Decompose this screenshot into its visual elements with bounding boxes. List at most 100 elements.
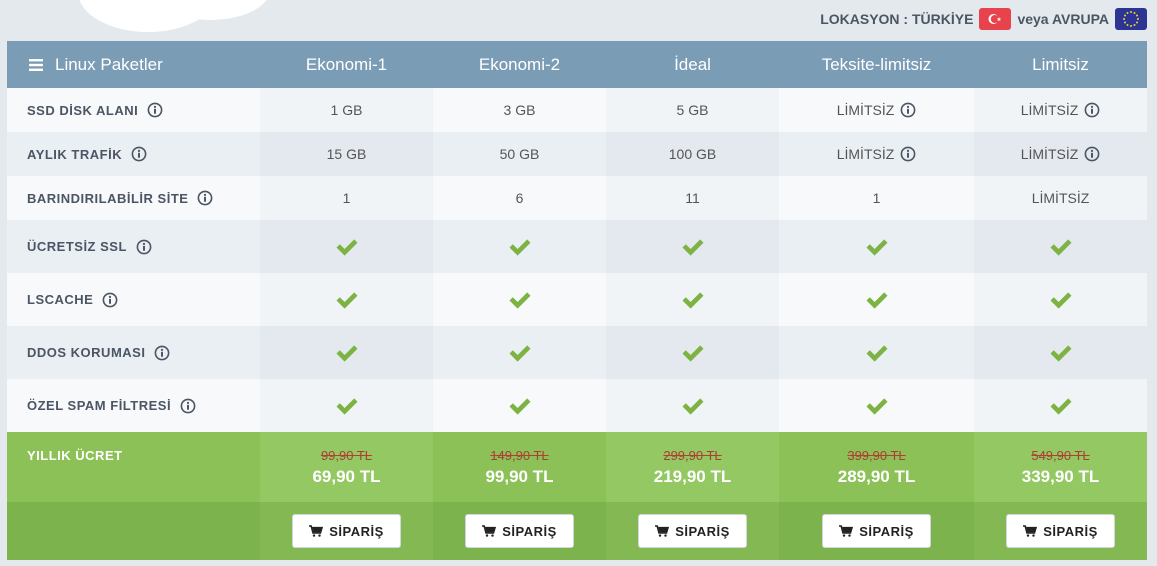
location-selector: LOKASYON : TÜRKİYE veya AVRUPA bbox=[820, 6, 1147, 32]
feature-rows: SSD DİSK ALANI 1 GB 3 GB 5 GB LİMİTSİZ LİMİTS… bbox=[7, 88, 1147, 432]
cart-icon bbox=[1023, 525, 1038, 537]
feature-label-cell: SSD DİSK ALANI bbox=[7, 88, 260, 132]
feature-value: LİMİTSİZ bbox=[1031, 190, 1090, 206]
feature-value-cell bbox=[974, 326, 1147, 379]
info-icon[interactable] bbox=[900, 146, 916, 162]
feature-value-cell bbox=[433, 326, 606, 379]
feature-value-cell: LİMİTSİZ bbox=[974, 176, 1147, 220]
feature-label: ÖZEL SPAM FİLTRESİ bbox=[27, 398, 172, 413]
feature-value-cell bbox=[779, 326, 974, 379]
feature-label-cell: LSCACHE bbox=[7, 273, 260, 326]
feature-value-cell bbox=[433, 379, 606, 432]
feature-value-cell bbox=[606, 273, 779, 326]
feature-value: LİMİTSİZ bbox=[836, 146, 895, 162]
check-icon bbox=[508, 396, 532, 416]
info-icon[interactable] bbox=[1084, 146, 1100, 162]
check-icon bbox=[1049, 343, 1073, 363]
feature-value-cell bbox=[606, 220, 779, 273]
check-icon bbox=[508, 343, 532, 363]
order-label-cell bbox=[7, 502, 260, 560]
info-icon[interactable] bbox=[131, 146, 147, 162]
eu-flag-icon[interactable] bbox=[1115, 8, 1147, 30]
feature-value-cell: 100 GB bbox=[606, 132, 779, 176]
order-row: SİPARİŞ SİPARİŞ SİPARİŞ SİPARİŞ SİPARİŞ bbox=[7, 502, 1147, 560]
new-price: 219,90 TL bbox=[653, 466, 732, 486]
info-icon[interactable] bbox=[136, 239, 152, 255]
feature-value: 5 GB bbox=[676, 102, 709, 118]
table-row: DDOS KORUMASI bbox=[7, 326, 1147, 379]
plan-name: Teksite-limitsiz bbox=[821, 54, 932, 74]
price-cell: 149,90 TL 99,90 TL bbox=[433, 432, 606, 502]
info-icon[interactable] bbox=[1084, 102, 1100, 118]
info-icon[interactable] bbox=[197, 190, 213, 206]
order-cell: SİPARİŞ bbox=[779, 502, 974, 560]
order-button[interactable]: SİPARİŞ bbox=[465, 514, 574, 548]
feature-value-cell: LİMİTSİZ bbox=[974, 132, 1147, 176]
feature-value: 11 bbox=[685, 190, 700, 206]
info-icon[interactable] bbox=[154, 345, 170, 361]
table-row: SSD DİSK ALANI 1 GB 3 GB 5 GB LİMİTSİZ LİMİTS… bbox=[7, 88, 1147, 132]
check-icon bbox=[335, 290, 359, 310]
feature-value-cell: 50 GB bbox=[433, 132, 606, 176]
table-row: ÜCRETSİZ SSL bbox=[7, 220, 1147, 273]
feature-value-cell bbox=[779, 220, 974, 273]
check-icon bbox=[681, 290, 705, 310]
feature-value-cell: LİMİTSİZ bbox=[779, 132, 974, 176]
tr-flag-icon[interactable] bbox=[979, 8, 1012, 30]
location-separator: veya AVRUPA bbox=[1017, 11, 1109, 27]
info-icon[interactable] bbox=[102, 292, 118, 308]
table-row: LSCACHE bbox=[7, 273, 1147, 326]
price-cell: 549,90 TL 339,90 TL bbox=[974, 432, 1147, 502]
order-button[interactable]: SİPARİŞ bbox=[1006, 514, 1115, 548]
feature-value: 50 GB bbox=[499, 146, 540, 162]
old-price: 299,90 TL bbox=[663, 447, 722, 463]
feature-label-cell: AYLIK TRAFİK bbox=[7, 132, 260, 176]
feature-value-cell bbox=[974, 273, 1147, 326]
cart-icon bbox=[839, 525, 854, 537]
price-cell: 299,90 TL 219,90 TL bbox=[606, 432, 779, 502]
check-icon bbox=[335, 237, 359, 257]
table-row: BARINDIRILABİLİR SİTE 1 6 11 1 LİMİTSİZ bbox=[7, 176, 1147, 220]
info-icon[interactable] bbox=[147, 102, 163, 118]
check-icon bbox=[508, 290, 532, 310]
feature-value-cell: 3 GB bbox=[433, 88, 606, 132]
feature-value-cell bbox=[433, 273, 606, 326]
feature-value-cell bbox=[974, 379, 1147, 432]
check-icon bbox=[1049, 237, 1073, 257]
plan-name: Limitsiz bbox=[1032, 54, 1089, 74]
order-button[interactable]: SİPARİŞ bbox=[822, 514, 931, 548]
order-button-label: SİPARİŞ bbox=[859, 523, 914, 539]
order-cell: SİPARİŞ bbox=[433, 502, 606, 560]
plan-name: Ekonomi-2 bbox=[478, 54, 561, 74]
feature-value: 15 GB bbox=[326, 146, 367, 162]
price-cell: 99,90 TL 69,90 TL bbox=[260, 432, 433, 502]
check-icon bbox=[335, 343, 359, 363]
price-label: YILLIK ÜCRET bbox=[27, 448, 123, 463]
price-row: YILLIK ÜCRET 99,90 TL 69,90 TL 149,90 TL 9… bbox=[7, 432, 1147, 502]
order-button[interactable]: SİPARİŞ bbox=[638, 514, 747, 548]
cart-icon bbox=[309, 525, 324, 537]
check-icon bbox=[508, 237, 532, 257]
check-icon bbox=[865, 343, 889, 363]
info-icon[interactable] bbox=[180, 398, 196, 414]
order-button[interactable]: SİPARİŞ bbox=[292, 514, 401, 548]
feature-label-cell: BARINDIRILABİLİR SİTE bbox=[7, 176, 260, 220]
feature-value: 100 GB bbox=[668, 146, 717, 162]
new-price: 339,90 TL bbox=[1021, 466, 1100, 486]
order-button-label: SİPARİŞ bbox=[329, 523, 384, 539]
order-cell: SİPARİŞ bbox=[260, 502, 433, 560]
info-icon[interactable] bbox=[900, 102, 916, 118]
old-price: 149,90 TL bbox=[490, 447, 549, 463]
plan-name: Ekonomi-1 bbox=[305, 54, 388, 74]
feature-value-cell bbox=[974, 220, 1147, 273]
feature-value: 3 GB bbox=[503, 102, 536, 118]
feature-value-cell bbox=[260, 220, 433, 273]
location-label: LOKASYON : TÜRKİYE bbox=[820, 11, 974, 27]
table-row: AYLIK TRAFİK 15 GB 50 GB 100 GB LİMİTSİZ LİMİ… bbox=[7, 132, 1147, 176]
feature-value-cell: 1 GB bbox=[260, 88, 433, 132]
feature-value-cell bbox=[606, 379, 779, 432]
new-price: 69,90 TL bbox=[312, 466, 381, 486]
new-price: 289,90 TL bbox=[837, 466, 916, 486]
feature-label: AYLIK TRAFİK bbox=[27, 146, 123, 162]
old-price: 549,90 TL bbox=[1031, 447, 1090, 463]
